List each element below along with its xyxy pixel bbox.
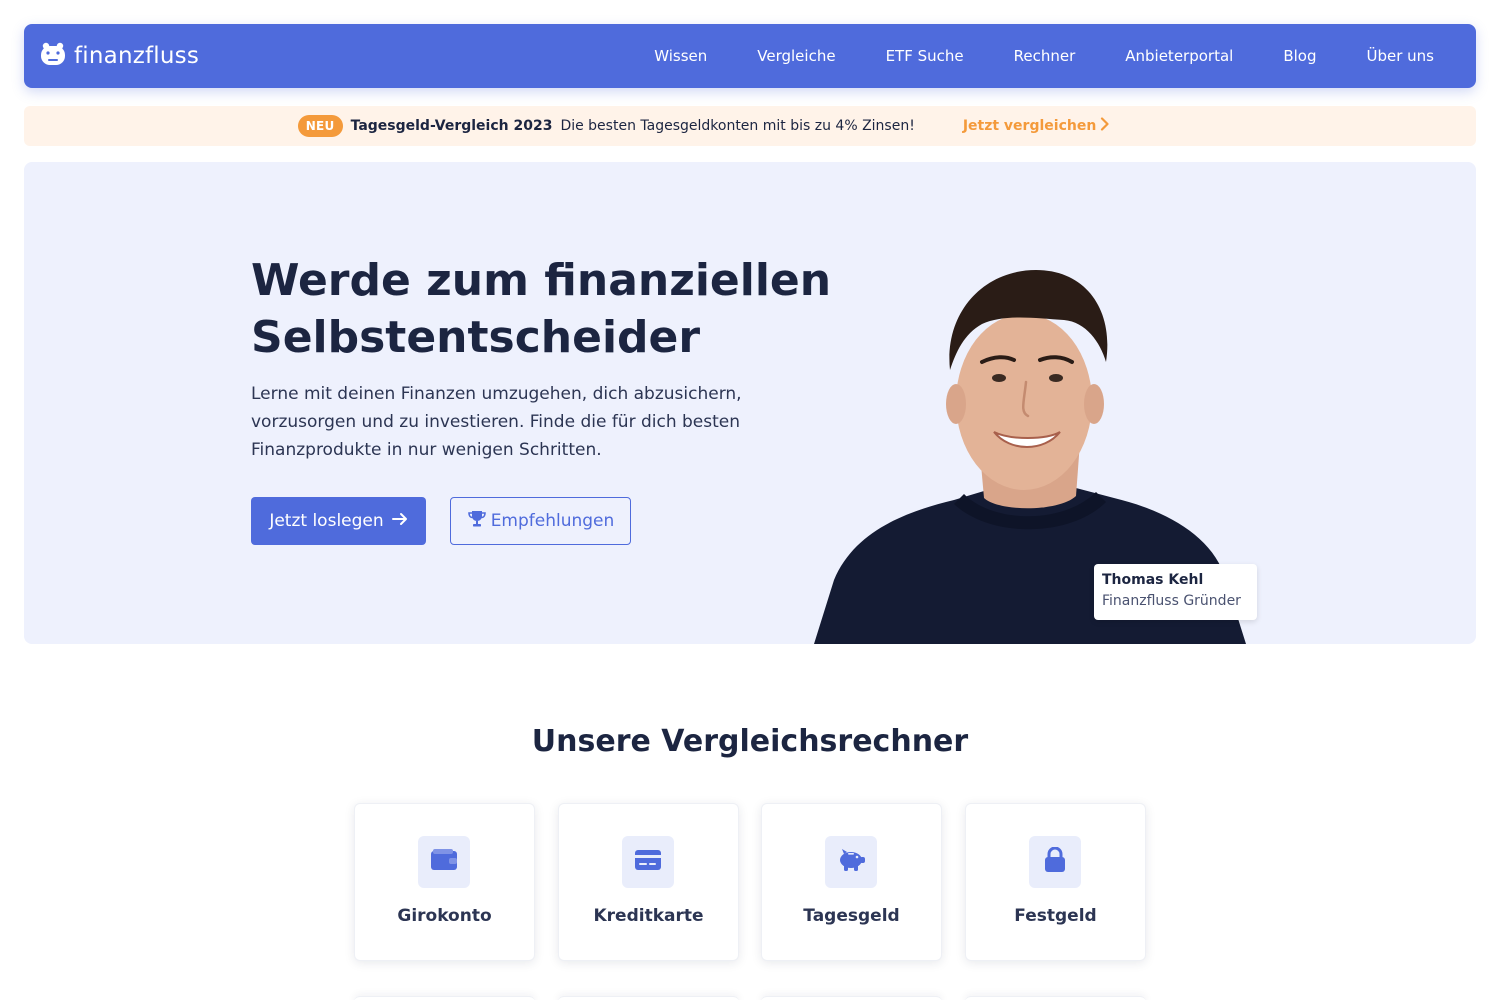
nav-item-anbieterportal[interactable]: Anbieterportal — [1125, 47, 1233, 65]
nav-item-ueber-uns[interactable]: Über uns — [1367, 47, 1435, 65]
nav-item-rechner[interactable]: Rechner — [1014, 47, 1076, 65]
nav-item-etf-suche[interactable]: ETF Suche — [886, 47, 964, 65]
brand-name: finanzfluss — [74, 43, 200, 69]
nav-item-blog[interactable]: Blog — [1283, 47, 1316, 65]
credit-card-icon — [634, 849, 662, 875]
nav-item-wissen[interactable]: Wissen — [654, 47, 707, 65]
card-label-kreditkarte: Kreditkarte — [593, 906, 704, 926]
piggy-bank-icon-wrap — [825, 836, 877, 888]
chevron-right-icon — [1100, 117, 1110, 135]
hero-subtitle: Lerne mit deinen Finanzen umzugehen, dic… — [251, 384, 742, 460]
card-kreditkarte[interactable]: Kreditkarte — [558, 803, 739, 961]
credit-card-icon-wrap — [622, 836, 674, 888]
hippo-icon — [40, 42, 66, 70]
hero-title: Werde zum finanziellen Selbstentscheider — [251, 252, 851, 366]
founder-name: Thomas Kehl — [1102, 572, 1204, 588]
nav-item-vergleiche[interactable]: Vergleiche — [757, 47, 835, 65]
card-peek — [965, 996, 1146, 1000]
recommendations-button[interactable]: Empfehlungen — [450, 497, 631, 545]
wallet-icon — [430, 848, 458, 876]
comparison-section-title: Unsere Vergleichsrechner — [531, 724, 969, 759]
card-peek — [558, 996, 739, 1000]
trophy-icon — [467, 510, 487, 533]
hero-title-line-2: Selbstentscheider — [251, 312, 701, 363]
piggy-bank-icon — [836, 848, 866, 876]
lock-icon — [1043, 846, 1067, 877]
compare-now-label: Jetzt vergleichen — [962, 118, 1097, 134]
recommendations-label: Empfehlungen — [490, 511, 615, 531]
card-peek — [354, 996, 535, 1000]
card-label-girokonto: Girokonto — [397, 906, 492, 926]
card-tagesgeld[interactable]: Tagesgeld — [761, 803, 942, 961]
get-started-button[interactable]: Jetzt loslegen — [251, 497, 426, 545]
founder-role: Finanzfluss Gründer — [1102, 593, 1241, 609]
main-nav: Wissen Vergleiche ETF Suche Rechner Anbi… — [604, 24, 1434, 88]
lock-icon-wrap — [1029, 836, 1081, 888]
get-started-label: Jetzt loslegen — [269, 511, 384, 531]
new-badge: NEU — [297, 115, 343, 137]
card-girokonto[interactable]: Girokonto — [354, 803, 535, 961]
announcement-bar: NEU Tagesgeld-Vergleich 2023 Die besten … — [24, 106, 1476, 146]
announcement-title: Tagesgeld-Vergleich 2023 — [350, 118, 553, 134]
brand-logo[interactable]: finanzfluss — [40, 42, 199, 70]
hero-title-line-1: Werde zum finanziellen — [251, 255, 832, 306]
card-peek — [761, 996, 942, 1000]
arrow-right-icon — [391, 511, 408, 531]
card-festgeld[interactable]: Festgeld — [965, 803, 1146, 961]
card-label-tagesgeld: Tagesgeld — [803, 906, 900, 926]
navbar: finanzfluss Wissen Vergleiche ETF Suche … — [24, 24, 1476, 88]
founder-caption: Thomas Kehl Finanzfluss Gründer — [1094, 564, 1257, 620]
card-label-festgeld: Festgeld — [1014, 906, 1097, 926]
announcement-text: Die besten Tagesgeldkonten mit bis zu 4%… — [560, 118, 915, 134]
hero-section: Werde zum finanziellen Selbstentscheider… — [24, 162, 1476, 644]
wallet-icon-wrap — [418, 836, 470, 888]
compare-now-link[interactable]: Jetzt vergleichen — [963, 117, 1110, 135]
